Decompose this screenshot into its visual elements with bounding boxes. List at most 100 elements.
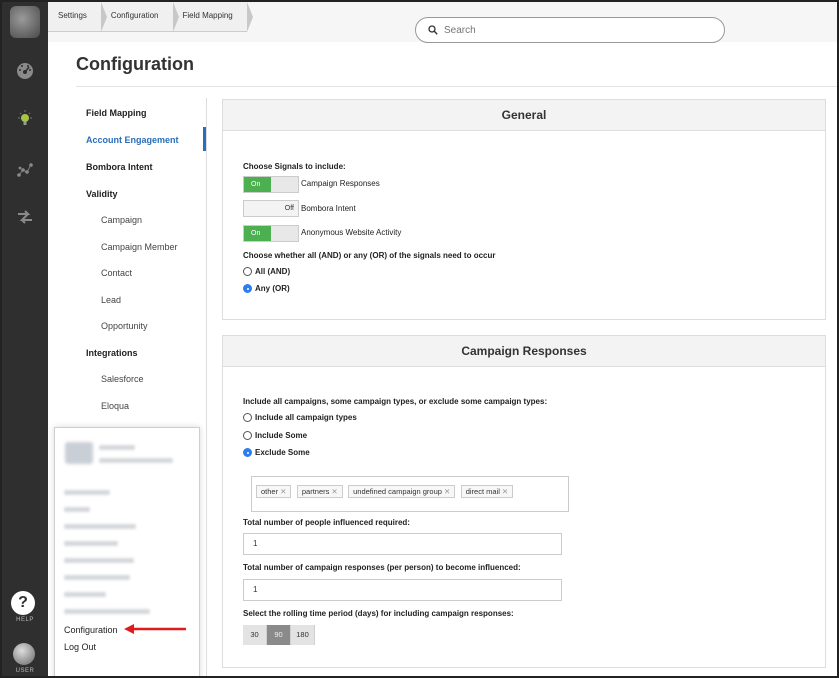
tag-label: partners (301, 487, 330, 496)
subnav-divider (206, 98, 207, 676)
app-logo-icon[interactable] (10, 6, 40, 38)
tag-label: undefined campaign group (353, 487, 442, 496)
breadcrumb-field-mapping[interactable]: Field Mapping (172, 2, 254, 32)
subnav-item-opportunity[interactable]: Opportunity (101, 321, 148, 331)
toggle-anonymous-website-activity[interactable]: On (243, 225, 299, 242)
dashboard-icon[interactable] (15, 60, 35, 80)
signal-label-bombora-intent: Bombora Intent (301, 204, 356, 213)
toggle-state: Off (284, 205, 294, 212)
user-label: USER (15, 668, 35, 674)
radio-label: Exclude Some (255, 448, 310, 457)
include-label: Include all campaigns, some campaign typ… (243, 397, 548, 406)
subnav-item-validity[interactable]: Validity (86, 189, 118, 199)
search-input[interactable] (444, 24, 694, 36)
redacted-menu-item[interactable] (64, 524, 136, 529)
scatter-chart-icon[interactable] (15, 160, 35, 180)
lightbulb-icon[interactable] (15, 109, 35, 129)
logic-label: Choose whether all (AND) or any (OR) of … (243, 251, 496, 260)
user-menu-dropdown: Configuration Log Out (54, 427, 200, 676)
tag-remove-icon[interactable]: ✕ (331, 487, 337, 496)
tag-remove-icon[interactable]: ✕ (444, 487, 450, 496)
radio-include-all-campaign-types[interactable]: Include all campaign types (243, 413, 357, 422)
radio-label: Any (OR) (255, 284, 290, 293)
radio-exclude-some[interactable]: Exclude Some (243, 448, 310, 457)
radio-circle-selected (243, 448, 252, 457)
radio-circle (243, 413, 252, 422)
redacted-menu-item[interactable] (64, 609, 150, 614)
subnav-item-lead[interactable]: Lead (101, 295, 121, 305)
radio-any-or[interactable]: Any (OR) (243, 284, 290, 293)
redacted-menu-item[interactable] (64, 558, 134, 563)
people-influenced-input[interactable]: 1 (243, 533, 562, 555)
top-bar: Settings Configuration Field Mapping (48, 2, 837, 43)
radio-label: All (AND) (255, 267, 291, 276)
redacted-menu-item[interactable] (64, 592, 106, 597)
signal-label-campaign-responses: Campaign Responses (301, 179, 380, 188)
rolling-period-label: Select the rolling time period (days) fo… (243, 609, 514, 618)
campaign-responses-panel: Campaign Responses Include all campaigns… (222, 335, 826, 668)
subnav-item-eloqua[interactable]: Eloqua (101, 401, 129, 411)
subnav-item-contact[interactable]: Contact (101, 268, 132, 278)
menu-item-configuration[interactable]: Configuration (64, 625, 118, 635)
tag-label: other (261, 487, 279, 496)
subnav-item-field-mapping[interactable]: Field Mapping (86, 108, 147, 118)
general-panel-title: General (223, 100, 825, 131)
radio-circle (243, 431, 252, 440)
tag-remove-icon[interactable]: ✕ (280, 487, 286, 496)
redacted-user-name (99, 445, 135, 450)
toggle-state: On (244, 226, 271, 241)
help-icon[interactable]: ? (11, 591, 35, 615)
breadcrumb-configuration[interactable]: Configuration (100, 2, 179, 32)
subnav-item-bombora-intent[interactable]: Bombora Intent (86, 162, 153, 172)
subnav-item-account-engagement[interactable]: Account Engagement (86, 135, 179, 145)
search-box[interactable] (415, 17, 725, 43)
radio-include-some[interactable]: Include Some (243, 431, 307, 440)
tag-chip: undefined campaign group ✕ (348, 485, 456, 498)
campaign-type-tag-input[interactable]: other ✕ partners ✕ undefined campaign grou… (251, 476, 569, 512)
signals-label: Choose Signals to include: (243, 162, 346, 171)
subnav-item-integrations[interactable]: Integrations (86, 348, 138, 358)
period-option-180[interactable]: 180 (291, 625, 315, 645)
general-panel: General Choose Signals to include: On Ca… (222, 99, 826, 320)
breadcrumb: Settings Configuration Field Mapping (48, 2, 254, 32)
transfer-arrows-icon[interactable] (15, 207, 35, 227)
campaign-responses-panel-title: Campaign Responses (223, 336, 825, 367)
radio-circle (243, 267, 252, 276)
user-avatar[interactable] (13, 643, 35, 665)
tag-label: direct mail (465, 487, 500, 496)
page-title: Configuration (76, 54, 194, 74)
search-icon (428, 25, 438, 35)
toggle-bombora-intent[interactable]: Off (243, 200, 299, 217)
toggle-state: On (244, 177, 271, 192)
rolling-period-selector: 30 90 180 (243, 625, 315, 645)
tag-chip: other ✕ (256, 485, 292, 498)
redacted-menu-item[interactable] (64, 490, 110, 495)
redacted-menu-item[interactable] (64, 507, 90, 512)
redacted-user-company (99, 458, 173, 463)
radio-label: Include all campaign types (255, 413, 357, 422)
menu-item-log-out[interactable]: Log Out (64, 642, 96, 652)
redacted-menu-item[interactable] (64, 575, 130, 580)
app-window: ? HELP USER Settings Configuration Field… (0, 0, 839, 678)
subnav-item-campaign-member[interactable]: Campaign Member (101, 242, 178, 252)
period-option-30[interactable]: 30 (243, 625, 267, 645)
toggle-campaign-responses[interactable]: On (243, 176, 299, 193)
red-arrow-annotation-icon (124, 624, 186, 634)
radio-all-and[interactable]: All (AND) (243, 267, 290, 276)
breadcrumb-settings[interactable]: Settings (48, 2, 107, 32)
menu-user-avatar (65, 442, 93, 464)
subnav-item-campaign[interactable]: Campaign (101, 215, 142, 225)
help-label: HELP (16, 617, 34, 623)
radio-label: Include Some (255, 431, 308, 440)
tag-remove-icon[interactable]: ✕ (502, 487, 508, 496)
tag-chip: partners ✕ (296, 485, 343, 498)
responses-per-person-input[interactable]: 1 (243, 579, 562, 601)
redacted-menu-item[interactable] (64, 541, 118, 546)
people-influenced-label: Total number of people influenced requir… (243, 518, 410, 527)
radio-circle-selected (243, 284, 252, 293)
period-option-90[interactable]: 90 (267, 625, 291, 645)
subnav-item-salesforce[interactable]: Salesforce (101, 374, 144, 384)
title-divider (76, 86, 837, 87)
tag-chip: direct mail ✕ (460, 485, 514, 498)
responses-per-person-label: Total number of campaign responses (per … (243, 563, 521, 572)
